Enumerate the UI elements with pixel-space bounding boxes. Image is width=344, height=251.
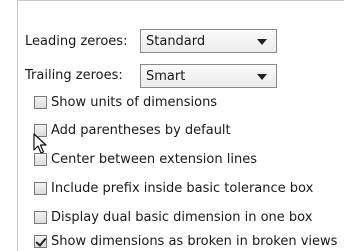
include-prefix-checkbox[interactable] bbox=[34, 182, 47, 195]
show-units-checkbox[interactable] bbox=[34, 96, 47, 109]
leading-zeroes-value: Standard bbox=[146, 33, 206, 49]
chevron-down-icon bbox=[257, 39, 267, 45]
center-extension-label: Center between extension lines bbox=[51, 152, 257, 167]
chevron-down-icon bbox=[257, 74, 267, 80]
show-broken-option[interactable]: Show dimensions as broken in broken view… bbox=[34, 234, 337, 249]
mouse-pointer-icon bbox=[33, 133, 47, 154]
trailing-zeroes-label: Trailing zeroes: bbox=[25, 68, 123, 83]
leading-zeroes-label: Leading zeroes: bbox=[25, 34, 128, 49]
leading-zeroes-dropdown[interactable]: Standard bbox=[140, 29, 277, 53]
dual-basic-option[interactable]: Display dual basic dimension in one box bbox=[34, 210, 312, 225]
dual-basic-checkbox[interactable] bbox=[34, 211, 47, 224]
show-units-label: Show units of dimensions bbox=[51, 95, 218, 110]
trailing-zeroes-dropdown[interactable]: Smart bbox=[140, 64, 277, 88]
show-units-option[interactable]: Show units of dimensions bbox=[34, 95, 217, 110]
show-broken-label: Show dimensions as broken in broken view… bbox=[51, 234, 338, 249]
dual-basic-label: Display dual basic dimension in one box bbox=[51, 210, 313, 225]
include-prefix-option[interactable]: Include prefix inside basic tolerance bo… bbox=[34, 181, 313, 196]
add-parentheses-option[interactable]: Add parentheses by default bbox=[34, 123, 231, 138]
add-parentheses-label: Add parentheses by default bbox=[51, 123, 231, 138]
center-extension-option[interactable]: Center between extension lines bbox=[34, 152, 257, 167]
include-prefix-label: Include prefix inside basic tolerance bo… bbox=[51, 181, 314, 196]
show-broken-checkbox[interactable] bbox=[34, 235, 47, 248]
trailing-zeroes-value: Smart bbox=[146, 68, 186, 84]
